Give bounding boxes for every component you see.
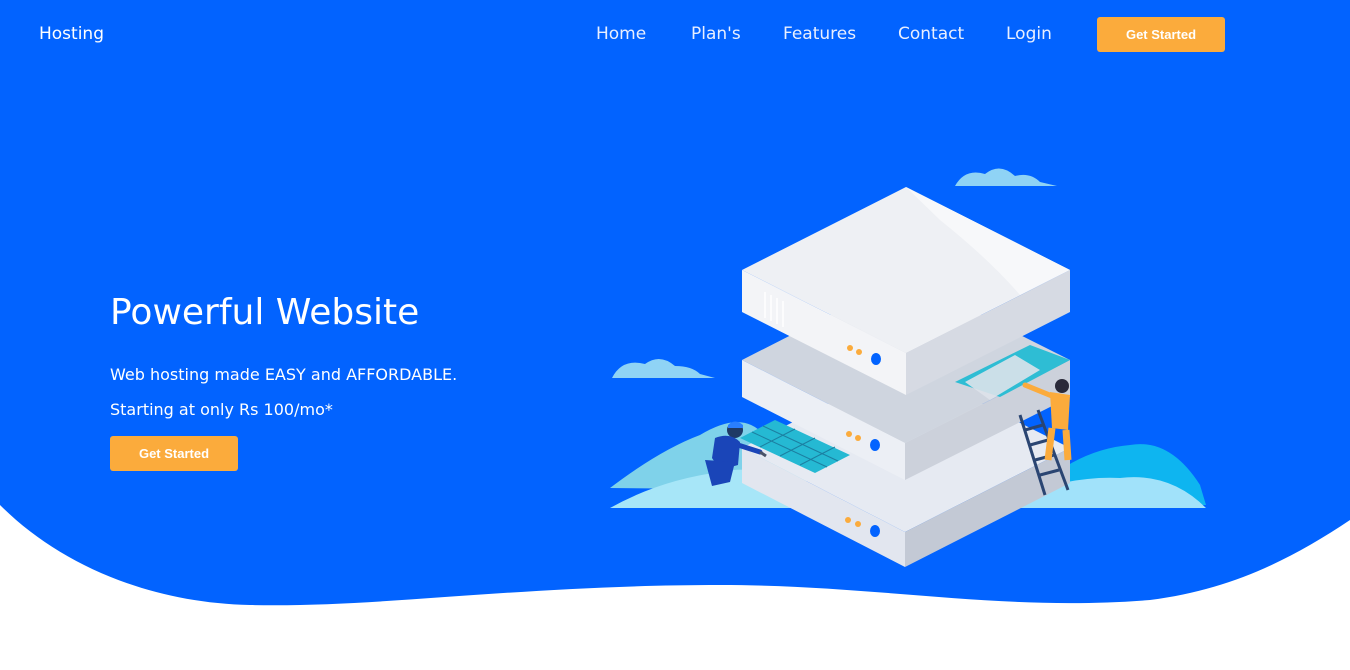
nav-link-contact[interactable]: Contact	[898, 24, 964, 44]
hero-get-started-button[interactable]: Get Started	[110, 436, 238, 471]
top-navigation: Hosting Home Plan's Features Contact Log…	[0, 0, 1350, 68]
landing-page: Hosting Home Plan's Features Contact Log…	[0, 0, 1350, 670]
nav-link-plans[interactable]: Plan's	[691, 24, 741, 44]
nav-get-started-button[interactable]: Get Started	[1097, 17, 1225, 52]
nav-link-features[interactable]: Features	[783, 24, 856, 44]
hero-tagline-price: Starting at only Rs 100/mo*	[110, 400, 333, 419]
server-stack-illustration	[610, 168, 1206, 567]
nav-link-home[interactable]: Home	[596, 24, 646, 44]
hero-tagline-primary: Web hosting made EASY and AFFORDABLE.	[110, 365, 458, 384]
hero-headline: Powerful Website	[110, 292, 420, 333]
nav-link-login[interactable]: Login	[1006, 24, 1052, 44]
brand-logo-link[interactable]: Hosting	[39, 24, 104, 44]
